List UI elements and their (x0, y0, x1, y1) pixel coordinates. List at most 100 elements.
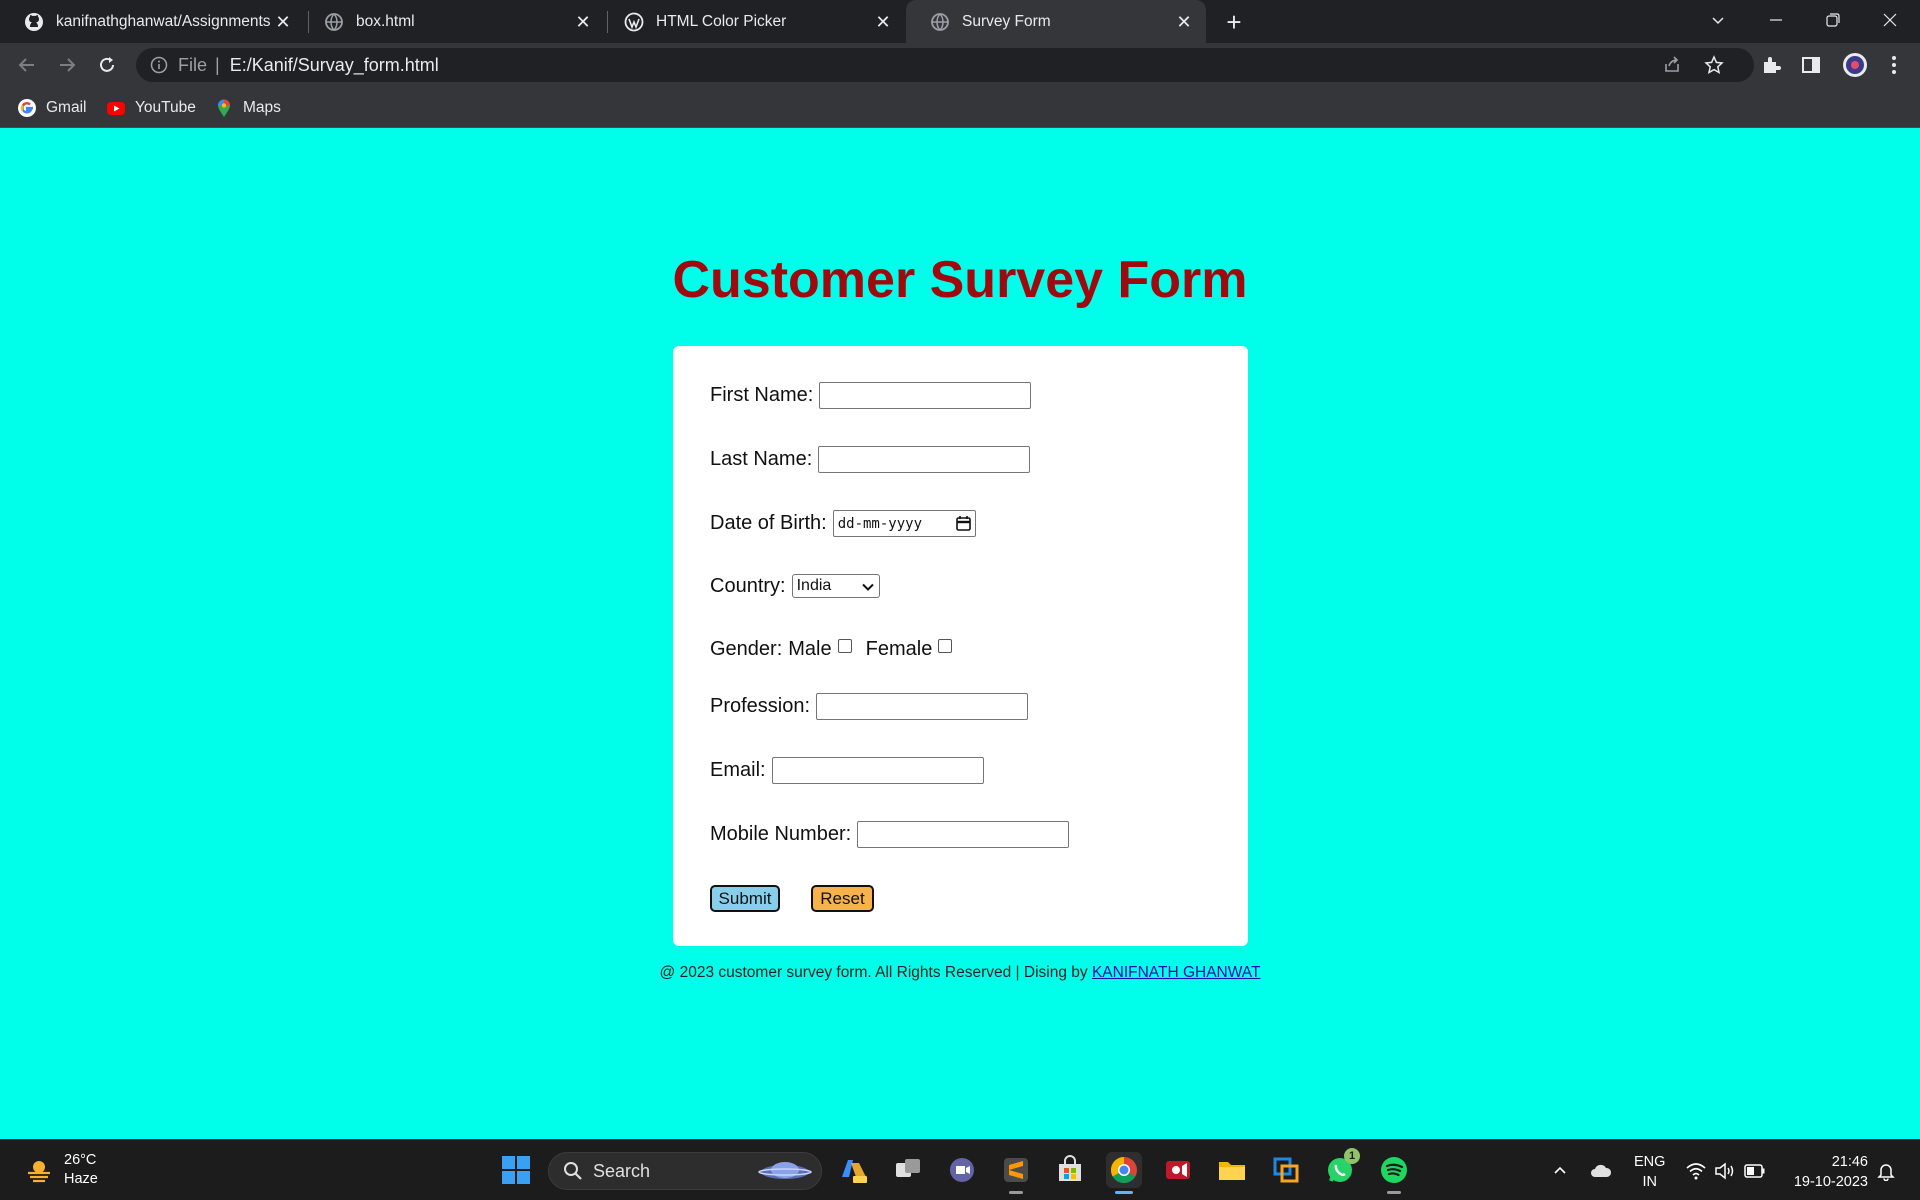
country-select[interactable]: India (791, 574, 880, 598)
taskbar-search[interactable]: Search (548, 1152, 822, 1190)
bookmark-label: Maps (243, 99, 281, 116)
teams-chat-icon (950, 1158, 974, 1182)
taskbar-task-view[interactable] (890, 1152, 926, 1188)
share-icon[interactable] (1662, 55, 1682, 75)
address-bar[interactable]: File | E:/Kanif/Survay_form.html (136, 48, 1754, 82)
close-icon[interactable]: ✕ (873, 12, 893, 32)
tab-box-html[interactable]: box.html ✕ (300, 0, 605, 43)
store-icon (1059, 1155, 1081, 1181)
country-row: Country: India (710, 574, 880, 598)
calendar-icon[interactable] (955, 515, 972, 532)
weather-widget[interactable]: 26°C Haze (24, 1151, 98, 1189)
clock[interactable]: 21:46 19-10-2023 (1794, 1152, 1868, 1192)
github-icon (25, 12, 43, 31)
globe-icon (931, 12, 949, 31)
taskbar-screen-recorder[interactable] (1160, 1152, 1196, 1188)
last-name-input[interactable] (818, 446, 1031, 473)
taskbar-whatsapp[interactable]: 1 (1322, 1148, 1360, 1188)
address-url[interactable]: E:/Kanif/Survay_form.html (230, 55, 439, 76)
windows-logo-icon (502, 1156, 530, 1184)
volume-icon (1715, 1161, 1734, 1180)
first-name-row: First Name: (710, 382, 1032, 409)
restore-button[interactable] (1805, 0, 1861, 40)
new-tab-button[interactable]: + (1220, 8, 1248, 36)
bookmark-gmail[interactable]: Gmail (17, 96, 86, 120)
email-input[interactable] (771, 757, 984, 784)
extensions-icon[interactable] (1760, 54, 1782, 76)
page-title: Customer Survey Form (672, 251, 1248, 309)
bookmark-maps[interactable]: Maps (214, 96, 281, 120)
network-sound-battery[interactable] (1686, 1140, 1766, 1200)
footer-author-link[interactable]: KANIFNATH GHANWAT (1092, 964, 1261, 981)
reset-button[interactable]: Reset (811, 885, 874, 912)
chrome-icon (1110, 1156, 1137, 1184)
tab-github[interactable]: kanifnathghanwat/Assignments ✕ (0, 0, 305, 43)
gender-male-checkbox[interactable] (837, 638, 852, 653)
close-icon[interactable]: ✕ (273, 12, 293, 32)
bookmark-star-icon[interactable] (1704, 55, 1724, 75)
minimize-button[interactable] (1748, 0, 1804, 40)
restore-icon (1826, 13, 1840, 27)
info-icon[interactable] (150, 56, 168, 74)
chevron-down-icon (1712, 17, 1724, 25)
close-icon[interactable]: ✕ (573, 12, 593, 32)
taskbar-sublime[interactable] (998, 1152, 1034, 1194)
close-window-button[interactable] (1862, 0, 1918, 40)
tab-search-button[interactable] (1690, 0, 1746, 40)
mobile-input[interactable] (857, 821, 1070, 848)
taskbar-copilot[interactable] (836, 1152, 872, 1188)
reload-button[interactable] (91, 49, 123, 81)
arrow-right-icon (60, 58, 76, 72)
tray-overflow[interactable] (1552, 1140, 1568, 1200)
bookmark-youtube[interactable]: YouTube (106, 96, 196, 120)
dob-input[interactable]: dd-mm-yyyy (832, 510, 976, 537)
taskbar-teams[interactable] (944, 1152, 980, 1188)
lang-primary: ENG (1634, 1154, 1666, 1170)
reload-icon (100, 57, 114, 72)
copilot-icon (842, 1160, 867, 1183)
forward-button[interactable] (51, 49, 83, 81)
tab-color-picker[interactable]: HTML Color Picker ✕ (600, 0, 905, 43)
dob-row: Date of Birth: dd-mm-yyyy (710, 510, 976, 537)
profile-avatar-icon[interactable] (1842, 52, 1868, 78)
youtube-icon (107, 102, 125, 115)
start-button[interactable] (498, 1152, 534, 1188)
taskbar-virtualbox[interactable] (1268, 1152, 1304, 1188)
taskbar-chrome[interactable] (1106, 1152, 1142, 1194)
chevron-up-icon (1554, 1166, 1566, 1174)
page-viewport: Customer Survey Form First Name: Last Na… (0, 128, 1920, 1139)
running-indicator (1009, 1191, 1023, 1194)
weather-haze-icon (28, 1161, 50, 1183)
globe-icon (325, 12, 343, 31)
wifi-icon (1686, 1162, 1706, 1179)
sublime-text-icon (1004, 1158, 1028, 1182)
first-name-input[interactable] (819, 382, 1032, 409)
back-button[interactable] (11, 49, 43, 81)
bookmark-label: Gmail (46, 99, 87, 116)
weather-temp: 26°C (64, 1152, 97, 1168)
close-icon[interactable]: ✕ (1174, 12, 1194, 32)
address-divider: | (215, 54, 220, 75)
tab-survey-form[interactable]: Survey Form ✕ (906, 0, 1206, 43)
side-panel-icon[interactable] (1800, 54, 1822, 76)
profession-row: Profession: (710, 693, 1029, 720)
taskbar-file-explorer[interactable] (1214, 1152, 1250, 1188)
lang-region: IN (1642, 1174, 1657, 1190)
more-vert-icon[interactable] (1883, 54, 1905, 76)
profession-input[interactable] (816, 693, 1029, 720)
email-row: Email: (710, 757, 984, 784)
onedrive-tray[interactable] (1590, 1140, 1612, 1200)
running-indicator (1115, 1191, 1133, 1194)
tab-title: box.html (356, 12, 415, 30)
gender-female-checkbox[interactable] (938, 638, 953, 653)
weather-desc: Haze (64, 1171, 98, 1187)
maps-icon (218, 99, 230, 117)
last-name-label: Last Name: (710, 448, 813, 470)
submit-button[interactable]: Submit (710, 885, 780, 912)
language-indicator[interactable]: ENG IN (1634, 1152, 1665, 1192)
tab-strip: kanifnathghanwat/Assignments ✕ box.html … (0, 0, 1920, 43)
taskbar-store[interactable] (1052, 1152, 1088, 1188)
taskbar-spotify[interactable] (1376, 1152, 1412, 1194)
notifications-button[interactable] (1876, 1140, 1896, 1200)
bell-icon (1877, 1163, 1895, 1181)
